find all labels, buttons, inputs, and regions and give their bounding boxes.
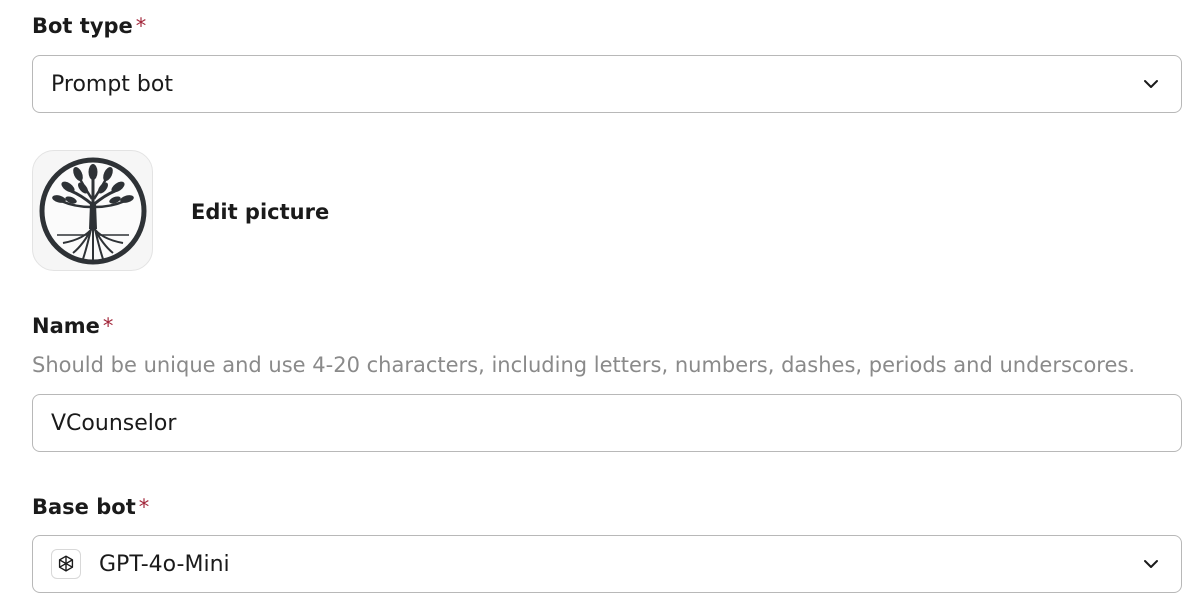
bot-type-label: Bot type *: [32, 13, 146, 39]
base-bot-select[interactable]: GPT-4o-Mini: [32, 535, 1182, 593]
required-mark: *: [102, 314, 114, 338]
edit-picture-button[interactable]: Edit picture: [191, 198, 329, 226]
name-input-value: VCounselor: [51, 410, 177, 436]
required-mark: *: [135, 14, 147, 38]
base-bot-label-text: Base bot: [32, 495, 136, 519]
name-label-text: Name: [32, 314, 100, 338]
openai-icon: [51, 549, 81, 579]
name-label: Name *: [32, 313, 113, 339]
base-bot-selected-value: GPT-4o-Mini: [99, 551, 230, 577]
chevron-down-icon: [1144, 560, 1158, 568]
bot-type-label-text: Bot type: [32, 14, 133, 38]
name-hint: Should be unique and use 4-20 characters…: [32, 353, 1136, 377]
bot-type-selected-value: Prompt bot: [51, 71, 173, 97]
name-input[interactable]: VCounselor: [32, 394, 1182, 452]
create-bot-form: Bot type * Prompt bot Edit picture Name …: [0, 0, 1197, 611]
required-mark: *: [138, 495, 150, 519]
bot-avatar[interactable]: [32, 150, 153, 271]
tree-of-life-icon: [39, 157, 146, 264]
chevron-down-icon: [1144, 80, 1158, 88]
bot-type-select[interactable]: Prompt bot: [32, 55, 1182, 113]
base-bot-label: Base bot *: [32, 494, 149, 520]
